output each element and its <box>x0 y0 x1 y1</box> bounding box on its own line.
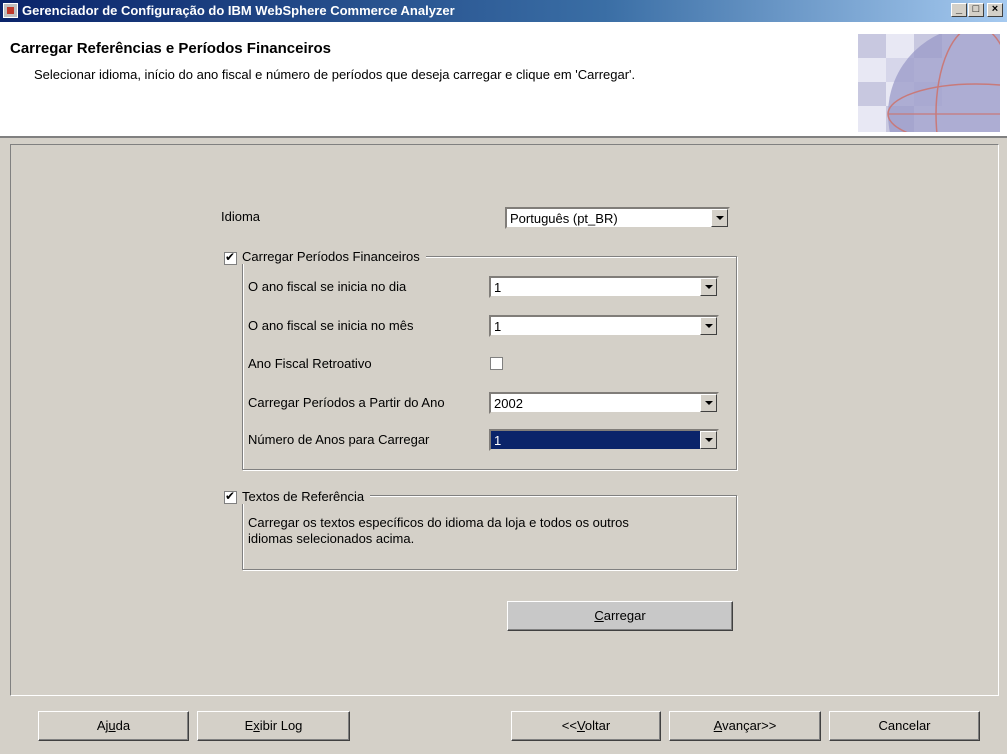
from-year-value: 2002 <box>494 396 523 411</box>
cancel-label: Cancelar <box>878 718 931 733</box>
chevron-down-icon[interactable] <box>700 431 717 449</box>
chevron-down-icon[interactable] <box>700 278 717 296</box>
fiscal-periods-label: Carregar Períodos Financeiros <box>240 249 426 264</box>
globe-graphic-icon <box>858 34 1000 132</box>
chevron-down-icon[interactable] <box>711 209 728 227</box>
next-label-post: vançar>> <box>722 718 777 733</box>
reference-texts-label: Textos de Referência <box>240 489 371 504</box>
help-label-pre: Aj <box>96 718 109 733</box>
maximize-icon[interactable]: □ <box>968 3 984 17</box>
language-label: Idioma <box>221 209 261 224</box>
back-button[interactable]: <<Voltar <box>511 711 661 741</box>
chevron-down-icon[interactable] <box>700 394 717 412</box>
app-icon <box>3 3 18 18</box>
retroactive-checkbox[interactable] <box>490 357 503 370</box>
close-icon[interactable]: × <box>987 3 1003 17</box>
help-button[interactable]: Ajuda <box>38 711 189 741</box>
header-panel: Carregar Referências e Períodos Financei… <box>0 22 1007 138</box>
from-year-label: Carregar Períodos a Partir do Ano <box>248 395 445 410</box>
start-day-label: O ano fiscal se inicia no dia <box>248 279 407 294</box>
window-title: Gerenciador de Configuração do IBM WebSp… <box>22 3 455 18</box>
view-log-button[interactable]: Exibir Log <box>197 711 350 741</box>
help-mnemonic: u <box>108 718 116 733</box>
next-mnemonic: A <box>713 718 723 733</box>
back-mnemonic: V <box>576 718 585 733</box>
start-month-value: 1 <box>494 319 502 334</box>
num-years-value: 1 <box>494 433 502 448</box>
back-label-pre: << <box>561 718 577 733</box>
fiscal-periods-checkbox[interactable] <box>224 250 237 265</box>
start-day-select[interactable]: 1 <box>489 276 719 298</box>
reference-desc-line1: Carregar os textos específicos do idioma… <box>248 515 629 530</box>
num-years-select[interactable]: 1 <box>489 429 719 451</box>
back-label-post: oltar <box>584 718 611 733</box>
load-button[interactable]: Carregar <box>507 601 733 631</box>
language-select[interactable]: Português (pt_BR) <box>505 207 730 229</box>
retroactive-label: Ano Fiscal Retroativo <box>248 356 372 371</box>
page-description: Selecionar idioma, início do ano fiscal … <box>34 67 636 82</box>
reference-texts-checkbox[interactable] <box>224 489 237 504</box>
from-year-select[interactable]: 2002 <box>489 392 719 414</box>
start-month-label: O ano fiscal se inicia no mês <box>248 318 414 333</box>
chevron-down-icon[interactable] <box>700 317 717 335</box>
help-label-post: da <box>115 718 131 733</box>
load-button-label: arregar <box>603 608 646 623</box>
cancel-button[interactable]: Cancelar <box>829 711 980 741</box>
start-month-select[interactable]: 1 <box>489 315 719 337</box>
num-years-label: Número de Anos para Carregar <box>248 432 430 447</box>
minimize-icon[interactable]: _ <box>951 3 967 17</box>
log-label-pre: E <box>244 718 254 733</box>
next-button[interactable]: Avançar>> <box>669 711 821 741</box>
language-select-value: Português (pt_BR) <box>510 211 618 226</box>
log-label-post: ibir Log <box>259 718 303 733</box>
page-title: Carregar Referências e Períodos Financei… <box>10 40 331 57</box>
load-button-mnemonic: C <box>594 608 604 623</box>
reference-desc-line2: idiomas selecionados acima. <box>248 531 415 546</box>
title-bar: Gerenciador de Configuração do IBM WebSp… <box>0 0 1007 22</box>
start-day-value: 1 <box>494 280 502 295</box>
